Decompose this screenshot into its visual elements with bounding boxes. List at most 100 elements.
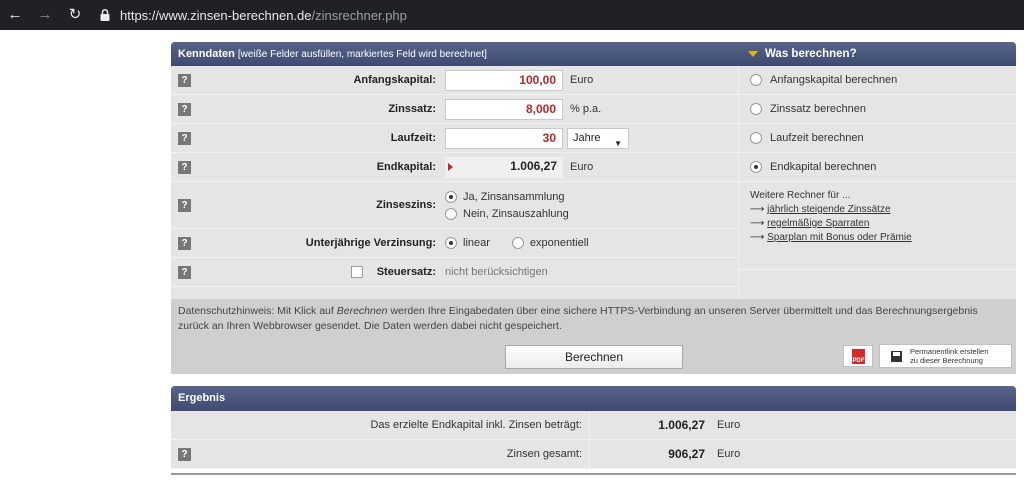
row-steuersatz: ? Steuersatz: nicht berücksichtigen [171,258,738,287]
unit-zinssatz: % p.a. [570,103,602,115]
arrow-icon: ⟶ [750,232,765,243]
steuersatz-checkbox[interactable] [350,266,363,279]
header-subtitle: [weiße Felder ausfüllen, markiertes Feld… [237,49,487,60]
steuersatz-value: nicht berücksichtigen [445,266,548,278]
calculator-panel: Kenndaten [weiße Felder ausfüllen, marki… [171,42,1016,374]
back-icon[interactable]: ← [0,0,30,30]
label-zinssatz: Zinssatz: [388,103,436,115]
link-text[interactable]: jährlich steigende Zinssätze [767,204,890,215]
pdf-button[interactable]: PDF [843,345,873,367]
calc-option-zinssatz[interactable]: Zinssatz berechnen [739,95,1016,124]
header-left: Kenndaten [weiße Felder ausfüllen, marki… [171,42,738,66]
label-laufzeit: Laufzeit: [390,132,436,144]
help-icon[interactable]: ? [178,265,191,279]
privacy-note: Datenschutzhinweis: Mit Klick auf Berech… [178,304,1008,334]
radio-button-checked[interactable] [445,190,457,203]
reload-icon[interactable]: ↻ [60,0,90,30]
zinseszins-no-label: Nein, Zinsauszahlung [463,207,569,220]
pdf-label: PDF [852,358,865,364]
help-icon[interactable]: ? [178,131,191,145]
result-row-endkapital: Das erzielte Endkapital inkl. Zinsen bet… [171,410,1016,440]
output-endkapital: 1.006,27 [445,156,563,178]
zinseszins-yes-label: Ja, Zinsansammlung [463,190,565,203]
privacy-text: Datenschutzhinweis: Mit Klick auf [178,305,337,317]
calculator-body: ? Anfangskapital: 100,00 Euro ? Zinssatz… [171,66,1016,299]
radio-button[interactable] [750,132,762,144]
permalink-line2: zu dieser Berechnung [910,356,983,365]
header-right-title: Was berechnen? [765,48,857,60]
calc-option-label: Laufzeit berechnen [770,132,864,144]
option-linear[interactable]: linear [445,235,490,252]
forward-icon[interactable]: → [30,0,60,30]
browser-toolbar: ← → ↻ https://www.zinsen-berechnen.de/zi… [0,0,1024,30]
help-icon[interactable]: ? [178,160,191,174]
more-calculators: Weitere Rechner für ... ⟶ jährlich steig… [739,182,1016,270]
linear-label: linear [463,237,490,249]
help-icon[interactable]: ? [178,73,191,87]
permalink-label: Permanentlink erstellen zu dieser Berechn… [910,347,988,365]
zinseszins-option-yes[interactable]: Ja, Zinsansammlung [445,188,569,205]
result-panel: Ergebnis Das erzielte Endkapital inkl. Z… [171,386,1016,469]
row-laufzeit: ? Laufzeit: 30 Jahre ▼ [171,124,738,153]
link-steigende-zinssaetze[interactable]: ⟶ jährlich steigende Zinssätze [750,204,1016,215]
row-anfangskapital: ? Anfangskapital: 100,00 Euro [171,66,738,95]
radio-button[interactable] [511,237,524,249]
radio-button[interactable] [445,207,457,220]
permalink-button[interactable]: Permanentlink erstellen zu dieser Berechn… [879,344,1012,368]
more-title: Weitere Rechner für ... [750,190,851,201]
result-value: 1.006,27 [589,410,711,440]
calc-option-label: Endkapital berechnen [770,161,877,173]
calc-option-endkapital[interactable]: Endkapital berechnen [739,153,1016,182]
arrow-icon: ⟶ [750,218,765,229]
calc-option-anfangskapital[interactable]: Anfangskapital berechnen [739,66,1016,95]
help-icon[interactable]: ? [178,102,191,116]
privacy-section: Datenschutzhinweis: Mit Klick auf Berech… [171,299,1016,374]
radio-button[interactable] [750,103,762,115]
help-icon[interactable]: ? [178,198,191,212]
link-sparraten[interactable]: ⟶ regelmäßige Sparraten [750,218,1016,229]
address-bar[interactable]: https://www.zinsen-berechnen.de/zinsrech… [120,8,407,23]
calc-option-label: Anfangskapital berechnen [770,74,898,86]
result-header: Ergebnis [171,386,1016,411]
label-unterjaehrig: Unterjährige Verzinsung: [305,237,436,249]
side-blank [739,270,1016,299]
caret-down-icon: ▼ [614,138,622,148]
radio-button[interactable] [750,74,762,86]
label-steuersatz: Steuersatz: [376,265,436,278]
privacy-em: Berechnen [336,305,388,317]
label-steuersatz-wrap: Steuersatz: [191,265,445,279]
radio-button-checked[interactable] [750,161,762,173]
berechnen-button[interactable]: Berechnen [505,345,683,369]
laufzeit-unit-value: Jahre [573,131,601,144]
result-unit: Euro [717,419,741,431]
calc-options-panel: Anfangskapital berechnen Zinssatz berech… [738,66,1016,299]
option-exponentiell[interactable]: exponentiell [511,235,589,252]
calc-option-laufzeit[interactable]: Laufzeit berechnen [739,124,1016,153]
help-icon[interactable]: ? [178,236,191,250]
link-sparplan[interactable]: ⟶ Sparplan mit Bonus oder Prämie [750,232,1016,243]
header-right: Was berechnen? [738,42,1016,66]
zinseszins-option-no[interactable]: Nein, Zinsauszahlung [445,205,569,222]
laufzeit-unit-select[interactable]: Jahre ▼ [567,127,629,149]
unit-endkapital: Euro [570,161,594,173]
radio-button-checked[interactable] [445,237,457,249]
exponentiell-label: exponentiell [529,237,589,249]
help-icon[interactable]: ? [178,447,191,461]
label-endkapital: Endkapital: [376,161,436,173]
input-zinssatz[interactable]: 8,000 [445,98,563,120]
calculator-header: Kenndaten [weiße Felder ausfüllen, marki… [171,42,1016,66]
permalink-line1: Permanentlink erstellen [910,347,989,356]
result-unit: Euro [717,448,741,460]
link-text[interactable]: Sparplan mit Bonus oder Prämie [767,232,912,243]
pdf-icon: PDF [852,349,865,364]
label-anfangskapital: Anfangskapital: [353,74,436,86]
row-endkapital: ? Endkapital: 1.006,27 Euro [171,153,738,182]
triangle-down-icon [748,51,758,57]
label-zinseszins: Zinseszins: [376,199,436,211]
arrow-right-icon [448,162,453,171]
input-anfangskapital[interactable]: 100,00 [445,69,563,91]
result-row-zinsen: ? Zinsen gesamt: 906,27 Euro [171,439,1016,469]
input-laufzeit[interactable]: 30 [445,127,563,149]
link-text[interactable]: regelmäßige Sparraten [767,218,869,229]
row-zinssatz: ? Zinssatz: 8,000 % p.a. [171,95,738,124]
